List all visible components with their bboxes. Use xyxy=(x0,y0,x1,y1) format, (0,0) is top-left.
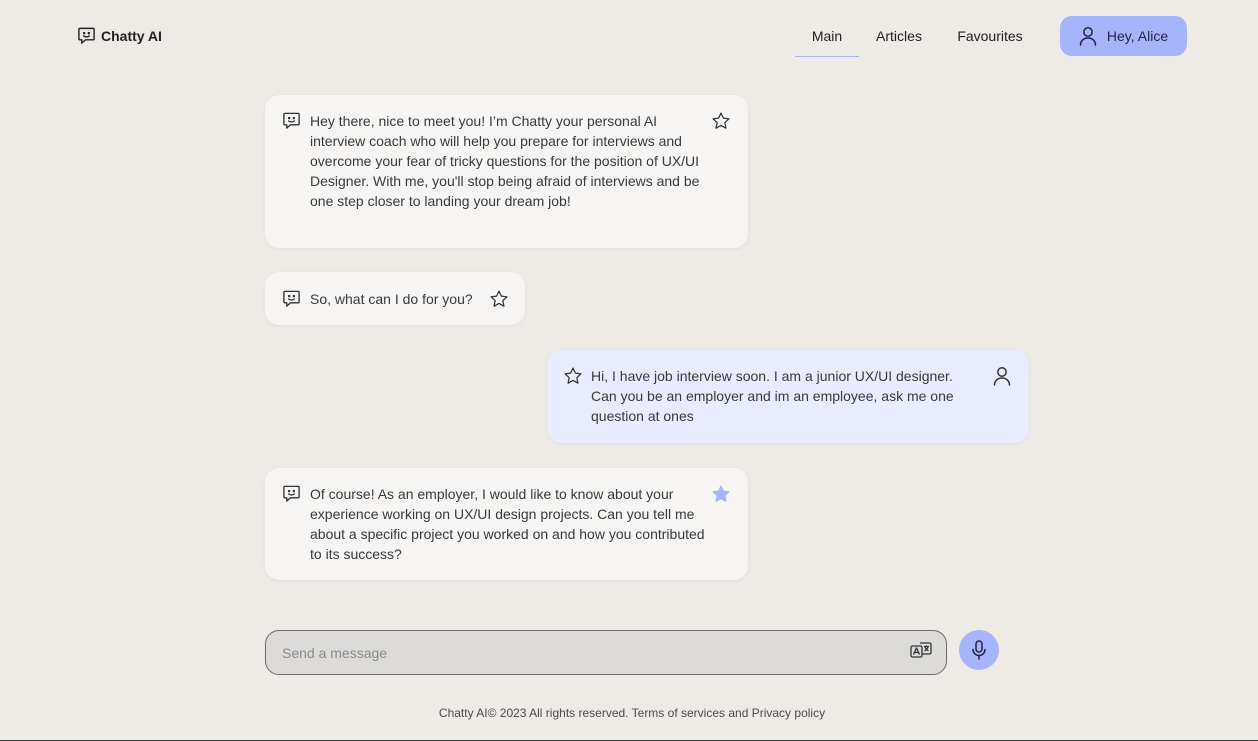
message-text: So, what can I do for you? xyxy=(310,291,473,307)
brand-logo[interactable]: Chatty AI xyxy=(77,26,162,45)
bot-message: So, what can I do for you? xyxy=(265,272,525,325)
chat-bot-icon xyxy=(282,289,301,308)
user-icon xyxy=(1079,26,1097,46)
nav-main[interactable]: Main xyxy=(795,16,859,57)
brand-name: Chatty AI xyxy=(101,27,162,44)
bot-message: Hey there, nice to meet you! I’m Chatty … xyxy=(265,95,748,248)
nav-articles[interactable]: Articles xyxy=(867,16,931,57)
chat-bot-icon xyxy=(282,111,301,130)
bot-message: Of course! As an employer, I would like … xyxy=(265,468,748,580)
chat-bot-icon xyxy=(282,484,301,503)
microphone-button[interactable] xyxy=(959,630,999,670)
star-outline-icon[interactable] xyxy=(489,289,509,309)
footer-and: and xyxy=(728,706,749,720)
microphone-icon xyxy=(971,640,987,660)
privacy-link[interactable]: Privacy policy xyxy=(752,706,825,720)
footer-copyright: Chatty AI© 2023 All rights reserved. xyxy=(438,706,629,720)
star-outline-icon[interactable] xyxy=(563,366,583,386)
user-greeting: Hey, Alice xyxy=(1106,28,1169,44)
message-text: Hey there, nice to meet you! I’m Chatty … xyxy=(310,113,700,209)
message-text: Of course! As an employer, I would like … xyxy=(310,486,705,562)
terms-link[interactable]: Terms of services xyxy=(632,706,725,720)
message-composer xyxy=(265,630,947,675)
message-text: Hi, I have job interview soon. I am a ju… xyxy=(591,368,954,424)
chat-bot-icon xyxy=(77,26,96,45)
nav-favourites[interactable]: Favourites xyxy=(950,16,1030,57)
message-input[interactable] xyxy=(282,631,882,674)
main-nav: Main Articles Favourites xyxy=(795,16,1030,57)
translate-icon[interactable] xyxy=(910,642,932,662)
footer: Chatty AI© 2023 All rights reserved. Ter… xyxy=(0,706,1258,720)
user-icon xyxy=(993,366,1011,386)
user-profile-button[interactable]: Hey, Alice xyxy=(1060,16,1187,56)
user-message: Hi, I have job interview soon. I am a ju… xyxy=(547,350,1029,443)
star-outline-icon[interactable] xyxy=(711,111,731,131)
star-filled-icon[interactable] xyxy=(711,484,731,504)
